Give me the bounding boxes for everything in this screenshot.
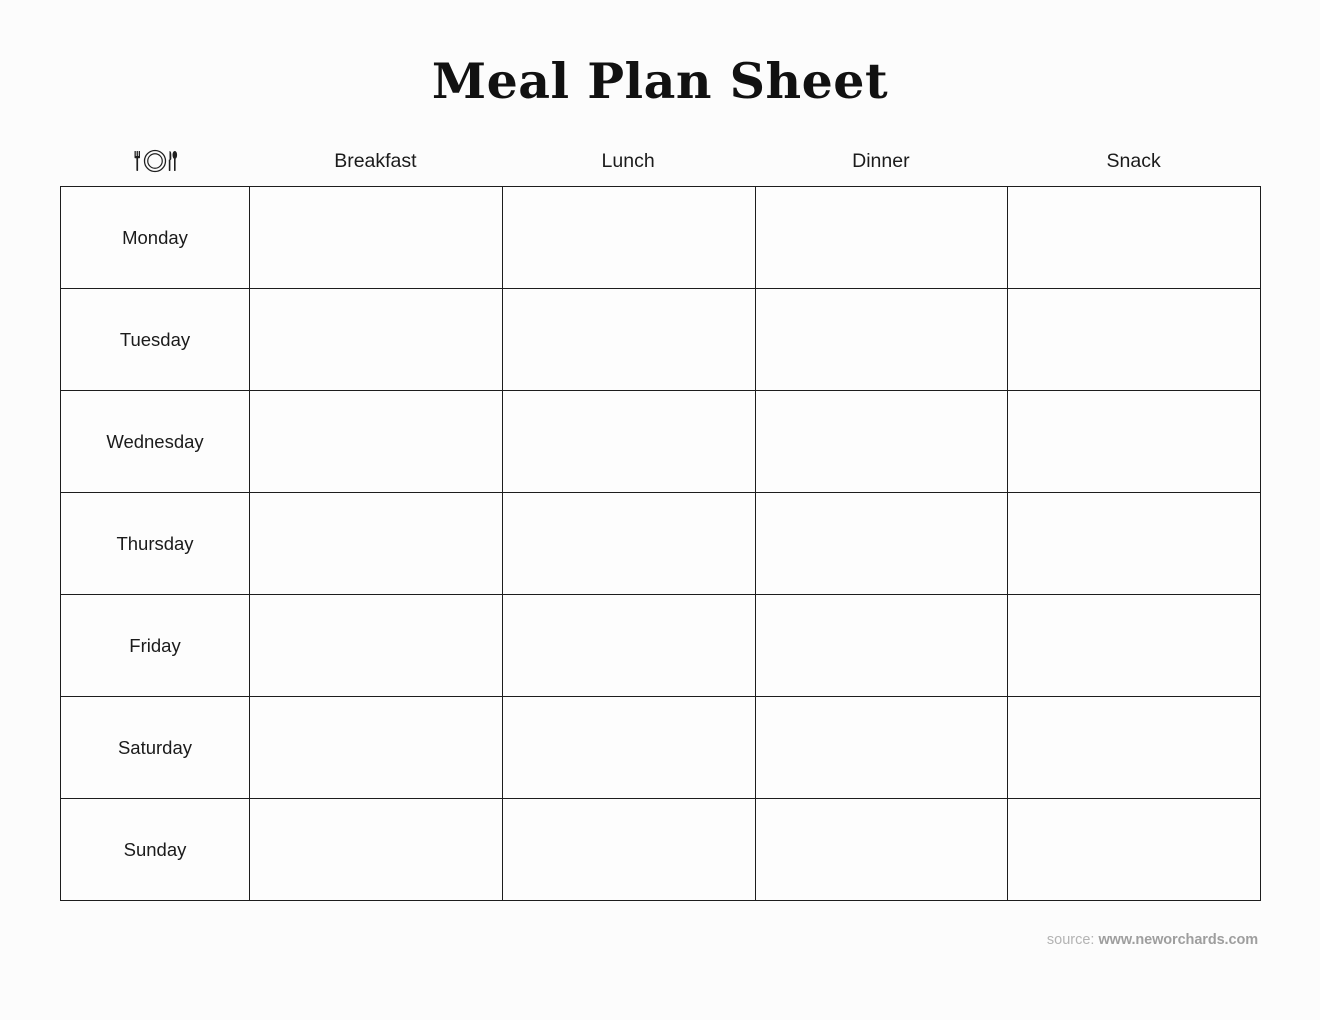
cell-monday-dinner[interactable] — [754, 186, 1009, 289]
source-url-link[interactable]: www.neworchards.com — [1098, 932, 1258, 948]
cell-thursday-dinner[interactable] — [754, 492, 1009, 595]
table-row: Tuesday — [60, 288, 1261, 391]
cell-monday-breakfast[interactable] — [249, 186, 503, 289]
cell-saturday-lunch[interactable] — [501, 696, 756, 799]
cell-friday-breakfast[interactable] — [249, 594, 503, 697]
cell-wednesday-breakfast[interactable] — [249, 390, 503, 493]
cell-friday-snack[interactable] — [1007, 594, 1261, 697]
cell-friday-dinner[interactable] — [754, 594, 1009, 697]
cell-wednesday-lunch[interactable] — [501, 390, 756, 493]
meal-plan-sheet: Meal Plan Sheet Breakfast Lunch Dinner S… — [0, 0, 1320, 1020]
day-label-saturday: Saturday — [60, 696, 250, 799]
cell-sunday-lunch[interactable] — [501, 798, 756, 901]
meal-plan-table: Monday Tuesday Wednesday Thursday Friday… — [60, 186, 1261, 901]
cell-friday-lunch[interactable] — [501, 594, 756, 697]
day-label-monday: Monday — [60, 186, 250, 289]
table-row: Sunday — [60, 798, 1261, 901]
column-header-snack: Snack — [1106, 150, 1161, 172]
cell-tuesday-dinner[interactable] — [754, 288, 1009, 391]
source-attribution: source: www.neworchards.com — [1047, 930, 1258, 950]
day-label-wednesday: Wednesday — [60, 390, 250, 493]
cell-tuesday-snack[interactable] — [1007, 288, 1261, 391]
cell-monday-lunch[interactable] — [501, 186, 756, 289]
place-setting-icon-cell — [60, 143, 249, 179]
cell-thursday-breakfast[interactable] — [249, 492, 503, 595]
cell-wednesday-dinner[interactable] — [754, 390, 1009, 493]
cell-tuesday-breakfast[interactable] — [249, 288, 503, 391]
day-label-thursday: Thursday — [60, 492, 250, 595]
column-header-breakfast: Breakfast — [334, 150, 417, 172]
cell-saturday-snack[interactable] — [1007, 696, 1261, 799]
cell-monday-snack[interactable] — [1007, 186, 1261, 289]
table-row: Wednesday — [60, 390, 1261, 493]
page-title: Meal Plan Sheet — [431, 52, 889, 110]
cell-thursday-lunch[interactable] — [501, 492, 756, 595]
cell-thursday-snack[interactable] — [1007, 492, 1261, 595]
table-row: Monday — [60, 186, 1261, 289]
day-label-friday: Friday — [60, 594, 250, 697]
column-header-dinner: Dinner — [852, 150, 910, 172]
cell-tuesday-lunch[interactable] — [501, 288, 756, 391]
day-label-sunday: Sunday — [60, 798, 250, 901]
day-label-tuesday: Tuesday — [60, 288, 250, 391]
cell-sunday-dinner[interactable] — [754, 798, 1009, 901]
cell-sunday-snack[interactable] — [1007, 798, 1261, 901]
table-row: Saturday — [60, 696, 1261, 799]
cell-wednesday-snack[interactable] — [1007, 390, 1261, 493]
table-row: Friday — [60, 594, 1261, 697]
column-header-lunch: Lunch — [601, 150, 655, 172]
cell-saturday-dinner[interactable] — [754, 696, 1009, 799]
column-header-row: Breakfast Lunch Dinner Snack — [60, 143, 1260, 179]
source-prefix-label: source: — [1046, 932, 1095, 948]
table-row: Thursday — [60, 492, 1261, 595]
place-setting-icon — [134, 149, 177, 173]
cell-sunday-breakfast[interactable] — [249, 798, 503, 901]
cell-saturday-breakfast[interactable] — [249, 696, 503, 799]
